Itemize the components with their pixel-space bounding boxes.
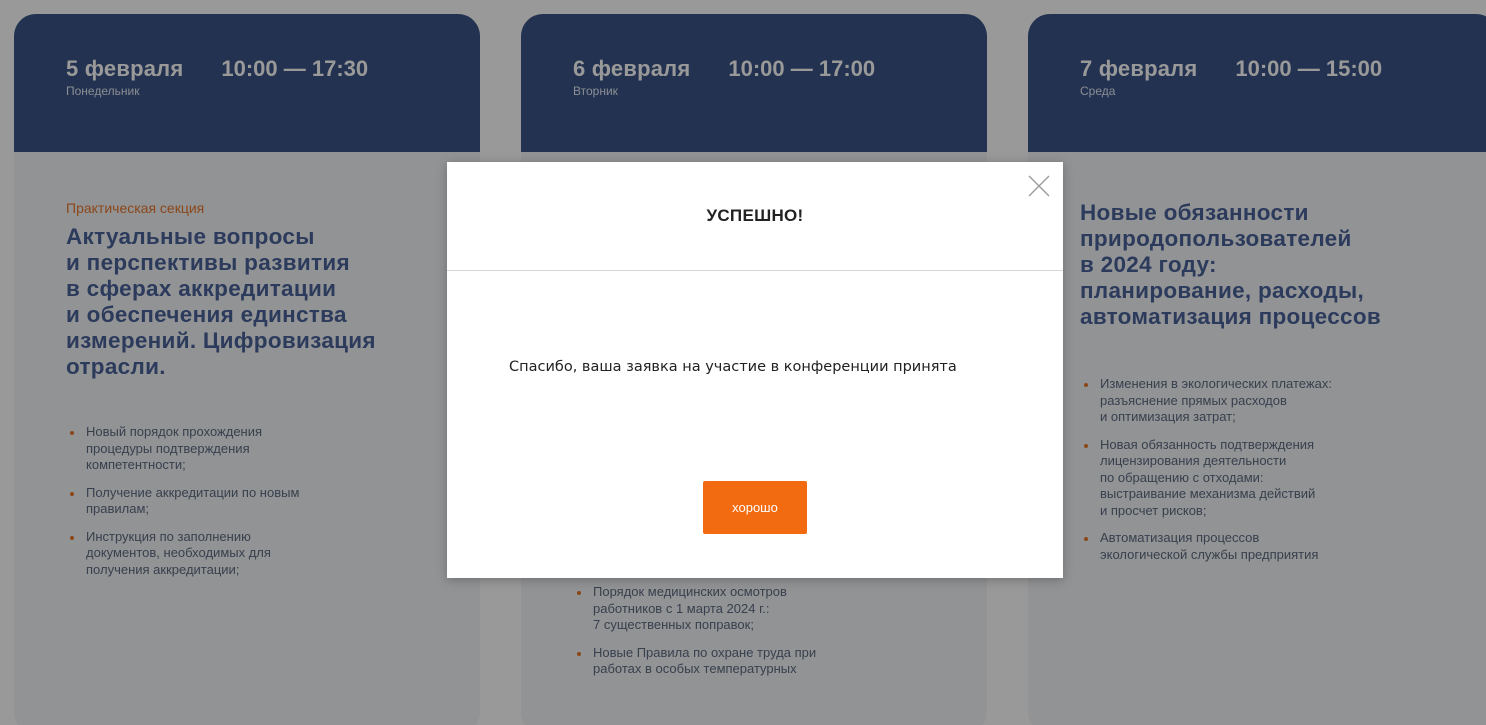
- conference-schedule-page: 5 февраля 10:00 — 17:30 Понедельник Прак…: [0, 0, 1486, 725]
- close-icon[interactable]: [1025, 172, 1053, 200]
- modal-message: Спасибо, ваша заявка на участие в конфер…: [509, 359, 957, 375]
- modal-title: УСПЕШНО!: [706, 206, 804, 225]
- ok-button[interactable]: хорошо: [703, 481, 807, 534]
- success-modal: УСПЕШНО! Спасибо, ваша заявка на участие…: [447, 162, 1063, 578]
- modal-header: УСПЕШНО!: [447, 162, 1063, 271]
